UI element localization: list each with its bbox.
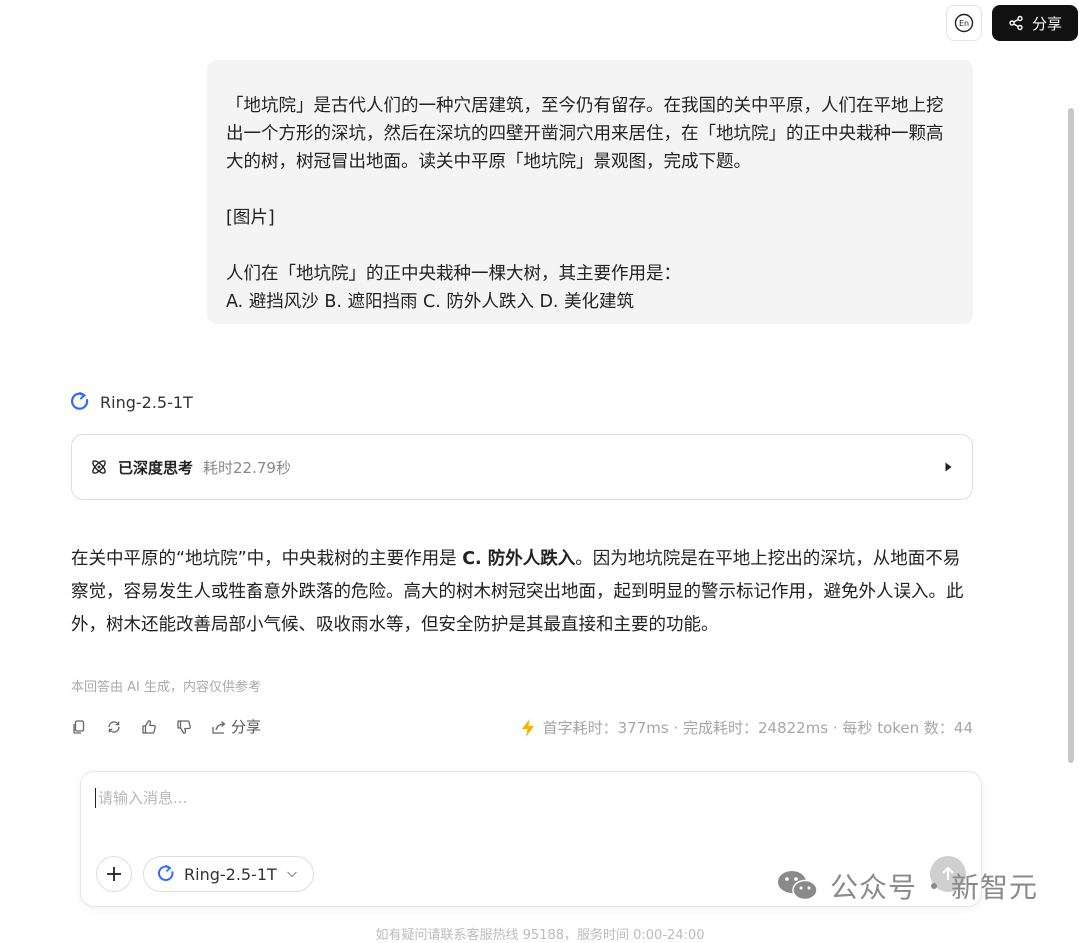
message-input[interactable] [95,788,800,808]
assistant-answer: 在关中平原的“地坑院”中，中央栽树的主要作用是 C. 防外人跌入。因为地坑院是在… [71,543,976,642]
model-selector[interactable]: Ring-2.5-1T [143,856,314,892]
plus-icon [107,867,121,881]
wechat-icon [778,871,818,901]
assistant-model-label: Ring-2.5-1T [71,391,193,413]
share-button-label: 分享 [1031,14,1062,33]
share-button[interactable]: 分享 [991,5,1078,41]
attach-button[interactable] [96,856,132,892]
lightning-icon [521,718,534,737]
ai-disclaimer: 本回答由 AI 生成，内容仅供参考 [71,680,261,695]
thinking-duration: 耗时22.79秒 [203,458,291,477]
share-icon [1009,15,1023,31]
user-message-question: 人们在「地坑院」的正中央栽种一棵大树，其主要作用是： [226,264,681,284]
dislike-button[interactable] [176,719,192,735]
footer-note: 如有疑问请联系客服热线 95188，服务时间 0:00-24:00 [375,928,705,943]
regenerate-button[interactable] [106,719,122,735]
answer-text-1: 在关中平原的“地坑院”中，中央栽树的主要作用是 [71,549,463,569]
scrollbar[interactable] [1068,108,1074,763]
watermark: 公众号 新智元 [776,866,1038,906]
copy-icon [73,719,85,734]
like-button[interactable] [141,719,157,735]
message-actions: 分享 [71,716,261,737]
thinking-summary-card[interactable]: 已深度思考 耗时22.79秒 [71,434,973,500]
model-selector-label: Ring-2.5-1T [184,864,277,884]
caret-right-icon[interactable] [942,461,954,473]
answer-highlight: C. 防外人跌入 [462,549,576,569]
copy-button[interactable] [71,719,87,735]
user-message-image-placeholder: [图片] [226,208,275,228]
user-message-bubble: 「地坑院」是古代人们的一种穴居建筑，至今仍有留存。在我国的关中平原，人们在平地上… [207,60,973,324]
share-answer-button[interactable]: 分享 [211,716,261,737]
language-label: En [959,19,969,28]
share-arrow-icon [212,720,226,734]
user-message-options: A. 避挡风沙 B. 遮阳挡雨 C. 防外人跌入 D. 美化建筑 [226,292,635,312]
chevron-down-icon [286,871,297,878]
thumbs-down-icon [177,719,191,734]
generation-stats: 首字耗时：377ms · 完成耗时：24822ms · 每秒 token 数：4… [519,717,973,738]
ring-logo-icon [158,865,174,881]
top-bar: En 分享 [945,5,1078,41]
share-answer-label: 分享 [231,718,262,736]
language-icon: En [954,13,974,33]
ring-logo-icon [71,392,89,410]
watermark-right-text: 新智元 [951,871,1039,904]
assistant-model-name: Ring-2.5-1T [100,392,193,412]
user-message-paragraph: 「地坑院」是古代人们的一种穴居建筑，至今仍有留存。在我国的关中平原，人们在平地上… [226,96,944,172]
atom-icon [92,460,106,474]
generation-stats-text: 首字耗时：377ms · 完成耗时：24822ms · 每秒 token 数：4… [542,719,973,737]
refresh-icon [108,720,120,733]
language-toggle-button[interactable]: En [945,5,982,41]
thumbs-up-icon [142,719,156,734]
watermark-separator [931,883,938,889]
watermark-left-text: 公众号 [830,871,918,904]
thinking-title: 已深度思考 [118,458,194,477]
